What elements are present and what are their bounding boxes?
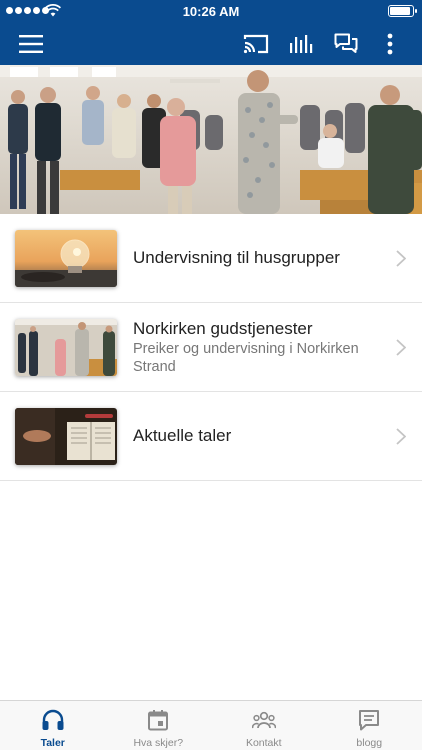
list-item-subtitle: Preiker og undervisning i Norkirken Stra…	[133, 340, 359, 375]
headphones-icon	[42, 709, 64, 730]
tab-label: Kontakt	[245, 737, 282, 749]
tab-label: Hva skjer?	[133, 737, 184, 749]
app-bar	[0, 22, 422, 65]
list-item-title: Aktuelle taler	[133, 426, 232, 445]
tab-bar: Taler Hva skjer? Kontakt blogg	[0, 700, 422, 750]
people-icon	[251, 711, 276, 729]
thumbnail-lightbulb	[15, 230, 117, 287]
cast-icon[interactable]	[240, 22, 272, 65]
equalizer-icon[interactable]	[286, 22, 316, 65]
list-item[interactable]: Aktuelle taler	[0, 392, 422, 481]
list-item-text: Norkirken gudstjenester Preiker og under…	[133, 303, 382, 391]
chevron-right-icon	[396, 428, 406, 445]
chevron-right-icon	[396, 250, 406, 267]
tab-label: blogg	[356, 737, 383, 749]
calendar-icon	[148, 710, 169, 731]
tab-blogg[interactable]: blogg	[317, 701, 422, 750]
tab-kontakt[interactable]: Kontakt	[211, 701, 317, 750]
list-item-title: Norkirken gudstjenester	[133, 318, 313, 338]
app-screen: 10:26 AM Undervisning til husgrupper Nor…	[0, 0, 422, 750]
list-item-text: Undervisning til husgrupper	[133, 214, 382, 302]
chat-icon[interactable]	[331, 22, 361, 65]
status-time: 10:26 AM	[182, 4, 240, 19]
chevron-right-icon	[396, 339, 406, 356]
list-item[interactable]: Norkirken gudstjenester Preiker og under…	[0, 303, 422, 392]
battery-icon	[388, 5, 417, 17]
tab-hva-skjer[interactable]: Hva skjer?	[106, 701, 212, 750]
message-icon	[359, 710, 380, 731]
list-item-title: Undervisning til husgrupper	[133, 248, 340, 267]
status-bar: 10:26 AM	[0, 0, 422, 22]
menu-icon[interactable]	[16, 22, 46, 65]
thumbnail-bible	[15, 408, 117, 465]
more-icon[interactable]	[378, 22, 402, 65]
tab-taler[interactable]: Taler	[0, 701, 106, 750]
thumbnail-congregation	[15, 319, 117, 376]
tab-label: Taler	[40, 737, 65, 749]
hero-image	[0, 65, 422, 214]
list-item-text: Aktuelle taler	[133, 392, 382, 480]
category-list: Undervisning til husgrupper Norkirken gu…	[0, 214, 422, 481]
list-item[interactable]: Undervisning til husgrupper	[0, 214, 422, 303]
